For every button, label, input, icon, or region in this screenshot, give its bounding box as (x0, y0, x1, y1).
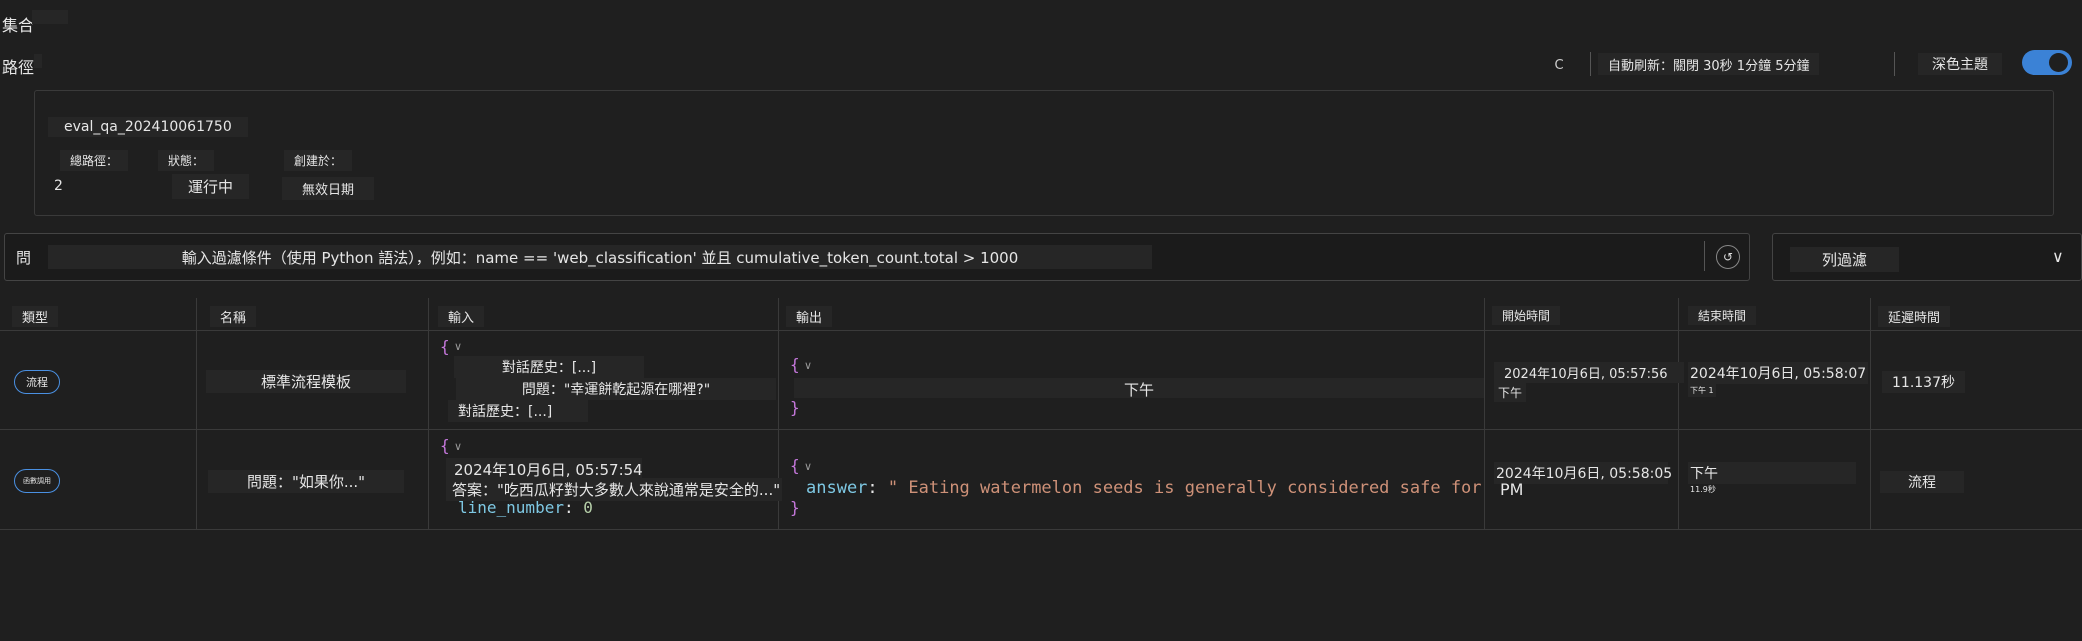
chevron-down-icon[interactable]: ∨ (804, 460, 812, 473)
toolbar-divider (1590, 52, 1591, 76)
start-time: 2024年10月6日, 05:57:56 (1494, 362, 1684, 383)
dark-theme-toggle[interactable] (2022, 50, 2072, 75)
input-field: 對話歷史：[...] (454, 356, 644, 378)
breadcrumb[interactable] (32, 10, 68, 24)
output-field: 下午 (794, 378, 1484, 399)
toolbar-divider (1894, 52, 1895, 76)
collection-title: 集合 (2, 16, 35, 35)
total-paths-value: 2 (54, 178, 63, 194)
chevron-down-icon[interactable]: ∨ (454, 340, 462, 353)
start-time-suffix: PM (1500, 480, 1524, 499)
table-header-row (0, 298, 2082, 331)
end-time-detail: 下午 1 (1688, 384, 1716, 397)
row-name[interactable]: 問題："如果你..." (208, 470, 404, 493)
toggle-knob (2049, 53, 2068, 72)
start-time-suffix: 下午 (1494, 383, 1527, 402)
column-filter-label: 列過濾 (1790, 247, 1900, 272)
column-header-name[interactable]: 名稱 (210, 306, 257, 327)
status-label: 狀態： (158, 150, 215, 171)
input-line-number: line_number: 0 (458, 498, 593, 517)
json-open-brace: { (790, 456, 800, 475)
type-badge: 函數調用 (14, 469, 60, 493)
total-paths-label: 總路徑： (60, 150, 129, 171)
path-value (34, 54, 42, 68)
column-header-input[interactable]: 輸入 (438, 306, 485, 327)
status-badge: 運行中 (172, 174, 250, 199)
column-header-start-time[interactable]: 開始時間 (1492, 306, 1561, 325)
created-value: 無效日期 (282, 177, 375, 200)
chevron-down-icon[interactable]: ∨ (454, 440, 462, 453)
end-time-detail: 11.9秒 (1690, 485, 1716, 494)
column-header-output[interactable]: 輸出 (786, 306, 833, 327)
end-time: 下午 (1688, 462, 1856, 484)
json-open-brace: { (440, 337, 450, 356)
input-field: 對話歷史：[...] (448, 400, 588, 422)
json-open-brace: { (440, 436, 450, 455)
type-badge: 流程 (14, 370, 60, 394)
refresh-icon[interactable]: C (1548, 54, 1570, 76)
run-name: eval_qa_202410061750 (48, 117, 248, 137)
chevron-down-icon[interactable]: ∨ (2052, 247, 2064, 266)
filter-prefix: 問 (16, 249, 32, 267)
latency-value: 流程 (1880, 471, 1964, 493)
chevron-down-icon[interactable]: ∨ (804, 359, 812, 372)
row-name[interactable]: 標準流程模板 (206, 370, 406, 393)
column-header-latency[interactable]: 延遲時間 (1878, 306, 1951, 327)
column-header-end-time[interactable]: 結束時間 (1688, 306, 1757, 325)
json-close-brace: } (790, 498, 800, 517)
created-label: 創建於： (284, 150, 353, 171)
column-header-type[interactable]: 類型 (12, 306, 59, 327)
filter-input[interactable]: 輸入過濾條件（使用 Python 語法），例如：name == 'web_cla… (48, 245, 1152, 269)
json-close-brace: } (790, 398, 800, 417)
path-label: 路徑 (2, 58, 35, 77)
auto-refresh-selector[interactable]: 自動刷新：關閉 30秒 1分鐘 5分鐘 (1598, 53, 1820, 75)
latency-value: 11.137秒 (1882, 371, 1965, 393)
dark-theme-label: 深色主題 (1918, 53, 2002, 75)
input-field: 問題："幸運餅乾起源在哪裡?" (456, 378, 776, 400)
output-answer: answer: " Eating watermelon seeds is gen… (806, 478, 1482, 498)
end-time: 2024年10月6日, 05:58:07 (1688, 362, 1869, 384)
filter-divider (1704, 241, 1705, 271)
json-open-brace: { (790, 355, 800, 374)
reset-filter-icon[interactable]: ↺ (1716, 245, 1740, 269)
